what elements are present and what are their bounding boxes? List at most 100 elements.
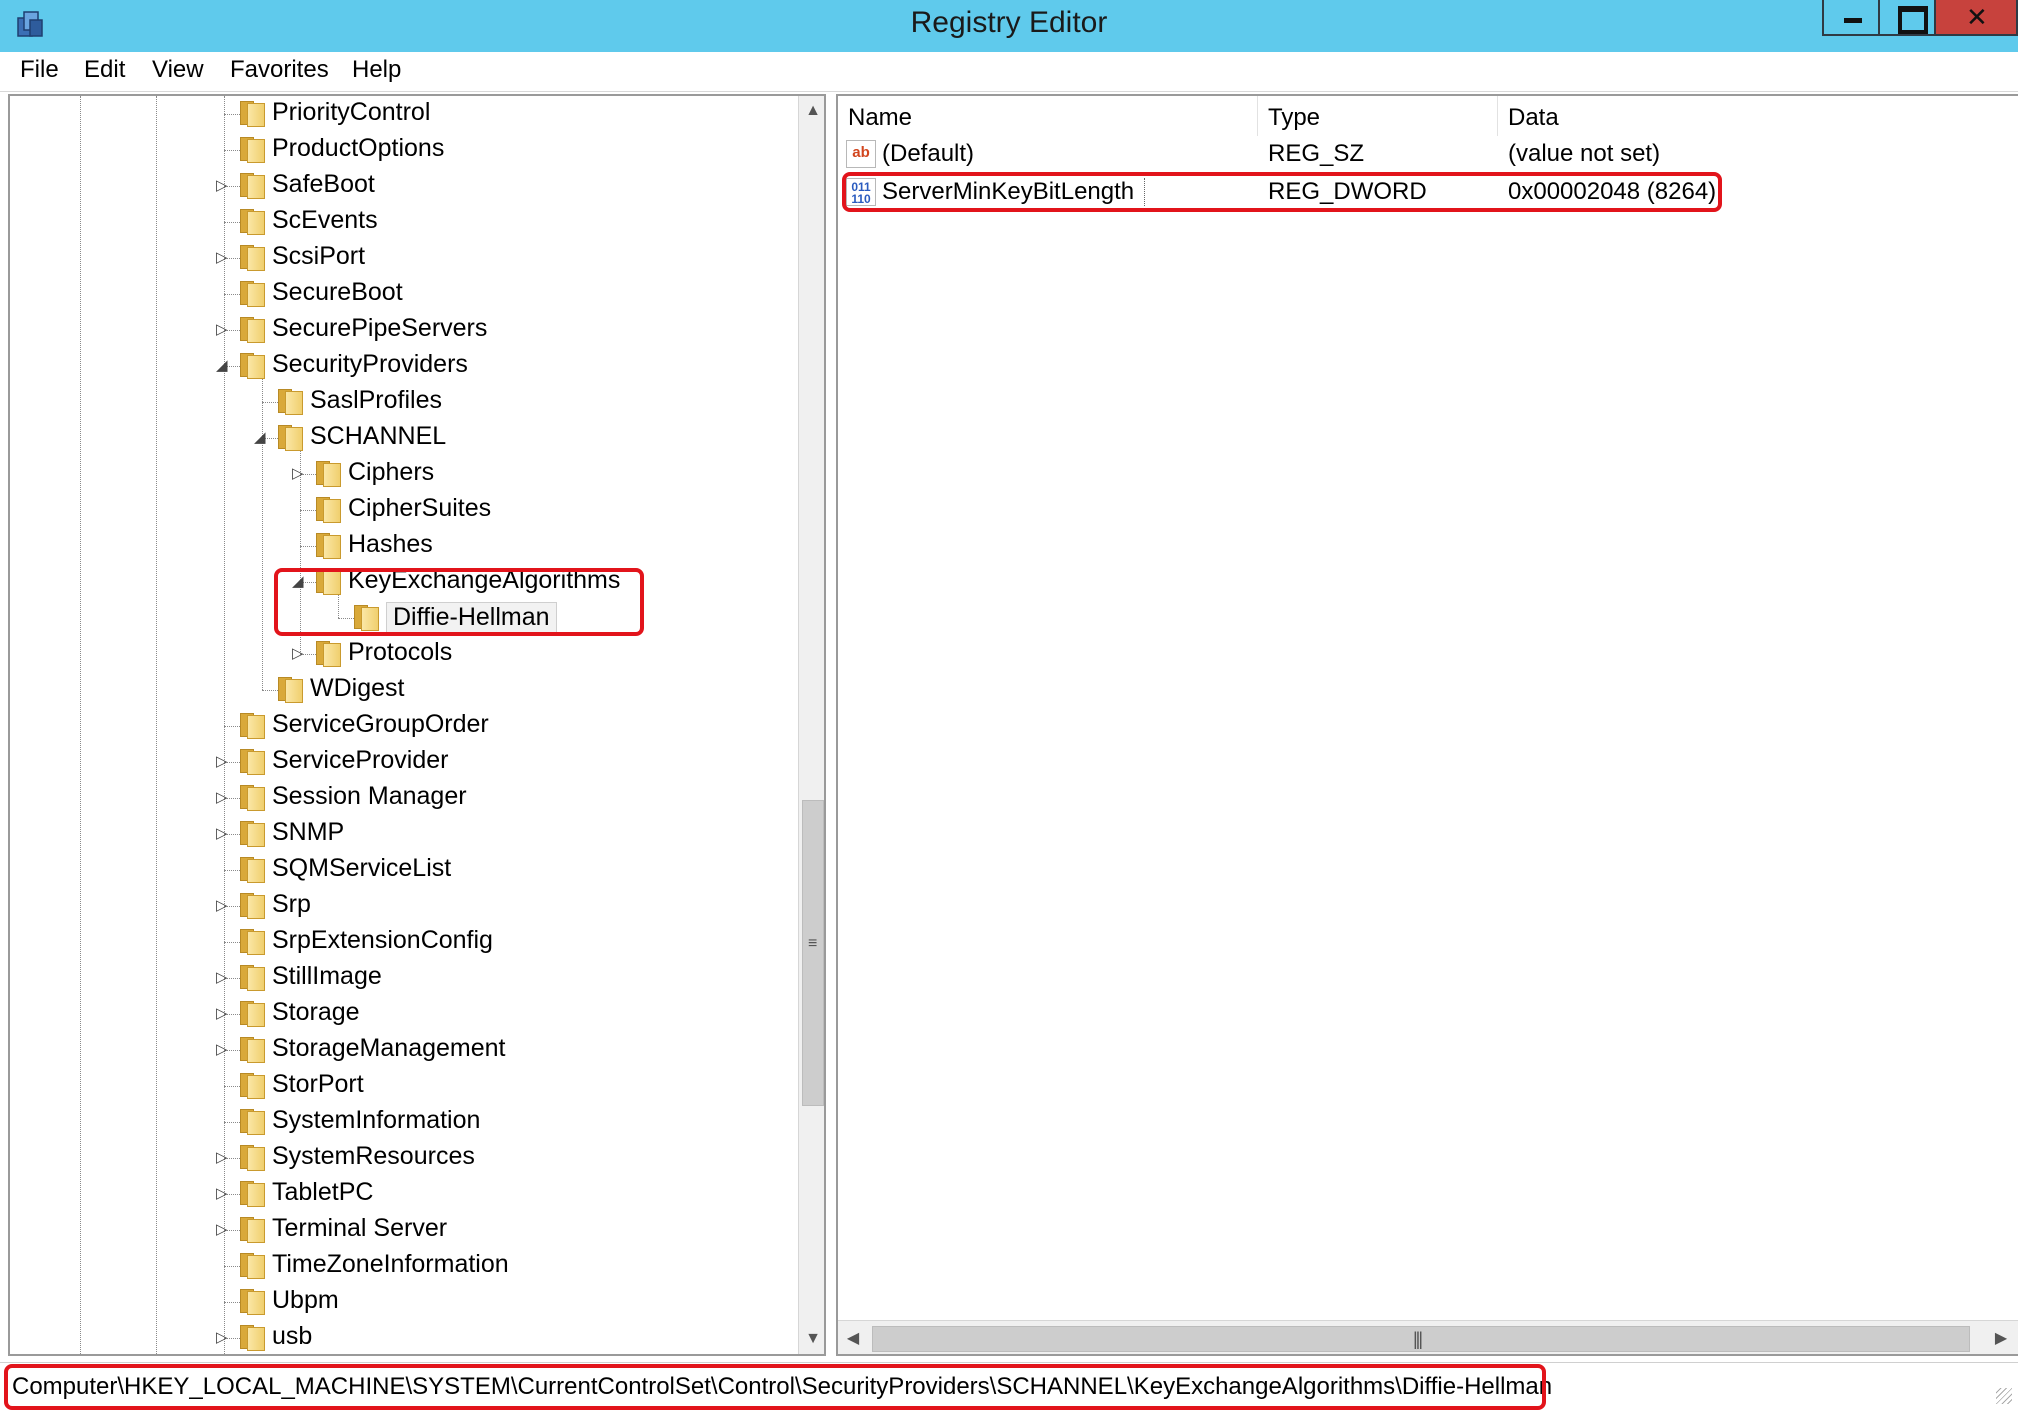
folder-icon xyxy=(316,567,342,595)
folder-icon xyxy=(240,1071,266,1099)
collapse-arrow-icon[interactable]: ◢ xyxy=(292,572,308,592)
folder-icon xyxy=(354,603,380,631)
scroll-left-arrow-icon[interactable]: ◀ xyxy=(838,1324,868,1354)
value-row-default[interactable]: ab (Default) REG_SZ (value not set) xyxy=(842,136,2012,172)
scroll-up-arrow-icon[interactable]: ▲ xyxy=(799,96,824,126)
tree-node[interactable]: ▷ Storage xyxy=(10,996,790,1030)
expand-arrow-icon[interactable]: ▷ xyxy=(292,464,308,484)
folder-icon xyxy=(240,1143,266,1171)
tree-node[interactable]: ◢ SCHANNEL xyxy=(10,420,790,454)
scroll-down-arrow-icon[interactable]: ▼ xyxy=(799,1324,824,1354)
key-tree-pane[interactable]: PriorityControl ProductOptions ▷ SafeBoot Sc… xyxy=(8,94,826,1356)
tree-node[interactable]: SrpExtensionConfig xyxy=(10,924,790,958)
menu-edit[interactable]: Edit xyxy=(84,56,125,84)
tree-node[interactable]: ▷ SystemResources xyxy=(10,1140,790,1174)
tree-node[interactable]: StorPort xyxy=(10,1068,790,1102)
tree-node-label: ServiceGroupOrder xyxy=(272,710,489,738)
tree-node[interactable]: SaslProfiles xyxy=(10,384,790,418)
column-header-type[interactable]: Type xyxy=(1258,96,1498,136)
tree-node-label: CipherSuites xyxy=(348,494,492,522)
expand-arrow-icon[interactable]: ▷ xyxy=(216,1328,232,1348)
tree-node-label: ServiceProvider xyxy=(272,746,449,774)
tree-node[interactable]: ScEvents xyxy=(10,204,790,238)
tree-node[interactable]: ▷ TabletPC xyxy=(10,1176,790,1210)
folder-icon xyxy=(240,315,266,343)
expand-arrow-icon[interactable]: ▷ xyxy=(216,1148,232,1168)
tree-node[interactable]: ▷ Session Manager xyxy=(10,780,790,814)
tree-node[interactable]: ▷ SNMP xyxy=(10,816,790,850)
tree-node[interactable]: WDigest xyxy=(10,672,790,706)
collapse-arrow-icon[interactable]: ◢ xyxy=(216,356,232,376)
tree-node[interactable]: ▷ Protocols xyxy=(10,636,790,670)
tree-node[interactable]: ▷ StillImage xyxy=(10,960,790,994)
menu-help[interactable]: Help xyxy=(352,56,401,84)
tree-node[interactable]: ▷ ScsiPort xyxy=(10,240,790,274)
expand-arrow-icon[interactable]: ▷ xyxy=(216,1040,232,1060)
folder-icon xyxy=(316,531,342,559)
folder-icon xyxy=(240,99,266,127)
tree-node-label: Hashes xyxy=(348,530,433,558)
folder-icon xyxy=(240,855,266,883)
expand-arrow-icon[interactable]: ▷ xyxy=(216,752,232,772)
resize-grip-icon[interactable] xyxy=(1996,1388,2012,1404)
tree-node[interactable]: ◢ SecurityProviders xyxy=(10,348,790,382)
expand-arrow-icon[interactable]: ▷ xyxy=(216,788,232,808)
expand-arrow-icon[interactable]: ▷ xyxy=(216,824,232,844)
expand-arrow-icon[interactable]: ▷ xyxy=(216,320,232,340)
tree-node[interactable]: Hashes xyxy=(10,528,790,562)
tree-node[interactable]: ▷ usb xyxy=(10,1320,790,1354)
expand-arrow-icon[interactable]: ▷ xyxy=(216,1004,232,1024)
tree-node[interactable]: TimeZoneInformation xyxy=(10,1248,790,1282)
minimize-button[interactable] xyxy=(1822,0,1880,36)
folder-icon xyxy=(240,171,266,199)
tree-node[interactable]: ProductOptions xyxy=(10,132,790,166)
expand-arrow-icon[interactable]: ▷ xyxy=(216,176,232,196)
expand-arrow-icon[interactable]: ▷ xyxy=(216,1220,232,1240)
menu-view[interactable]: View xyxy=(152,56,204,84)
tree-node[interactable]: CipherSuites xyxy=(10,492,790,526)
list-scroll-thumb[interactable]: ||| xyxy=(872,1326,1970,1352)
tree-node-label: Diffie-Hellman xyxy=(386,602,557,633)
scroll-right-arrow-icon[interactable]: ▶ xyxy=(1986,1324,2016,1354)
tree-node-label: SNMP xyxy=(272,818,345,846)
tree-node[interactable]: ▷ SafeBoot xyxy=(10,168,790,202)
value-row-serverminkeybitlength[interactable]: 011 110 ServerMinKeyBitLength REG_DWORD 0… xyxy=(842,174,2012,210)
column-header-data[interactable]: Data xyxy=(1498,96,2018,136)
folder-icon xyxy=(240,711,266,739)
menu-file[interactable]: File xyxy=(20,56,59,84)
tree-node[interactable]: SQMServiceList xyxy=(10,852,790,886)
expand-arrow-icon[interactable]: ▷ xyxy=(216,968,232,988)
list-horizontal-scrollbar[interactable]: ◀ ||| ▶ xyxy=(838,1320,2018,1354)
title-bar: Registry Editor xyxy=(0,0,2018,52)
tree-node[interactable]: SystemInformation xyxy=(10,1104,790,1138)
tree-node[interactable]: ▷ Srp xyxy=(10,888,790,922)
tree-node[interactable]: Ubpm xyxy=(10,1284,790,1318)
expand-arrow-icon[interactable]: ▷ xyxy=(216,248,232,268)
expand-arrow-icon[interactable]: ▷ xyxy=(292,644,308,664)
tree-node[interactable]: Diffie-Hellman xyxy=(10,600,790,634)
expand-arrow-icon[interactable]: ▷ xyxy=(216,896,232,916)
folder-icon xyxy=(240,1179,266,1207)
string-value-icon: ab xyxy=(846,140,876,168)
maximize-button[interactable] xyxy=(1878,0,1936,36)
tree-node[interactable]: SecureBoot xyxy=(10,276,790,310)
expand-arrow-icon[interactable]: ▷ xyxy=(216,1184,232,1204)
folder-icon xyxy=(240,207,266,235)
menu-favorites[interactable]: Favorites xyxy=(230,56,329,84)
value-list-pane[interactable]: Name Type Data ab (Default) REG_SZ (valu… xyxy=(836,94,2018,1356)
column-header-name[interactable]: Name xyxy=(838,96,1258,136)
tree-node-label: ProductOptions xyxy=(272,134,445,162)
tree-node-label: WDigest xyxy=(310,674,405,702)
tree-node[interactable]: ▷ Terminal Server xyxy=(10,1212,790,1246)
tree-node[interactable]: ◢ KeyExchangeAlgorithms xyxy=(10,564,790,598)
tree-scroll-thumb[interactable]: ≡ xyxy=(802,800,824,1106)
tree-node[interactable]: ▷ ServiceProvider xyxy=(10,744,790,778)
tree-vertical-scrollbar[interactable]: ▲ ≡ ▼ xyxy=(798,96,824,1354)
collapse-arrow-icon[interactable]: ◢ xyxy=(254,428,270,448)
close-button[interactable] xyxy=(1934,0,2018,36)
tree-node[interactable]: ▷ SecurePipeServers xyxy=(10,312,790,346)
tree-node[interactable]: ServiceGroupOrder xyxy=(10,708,790,742)
tree-node[interactable]: PriorityControl xyxy=(10,96,790,130)
tree-node[interactable]: ▷ Ciphers xyxy=(10,456,790,490)
tree-node[interactable]: ▷ StorageManagement xyxy=(10,1032,790,1066)
